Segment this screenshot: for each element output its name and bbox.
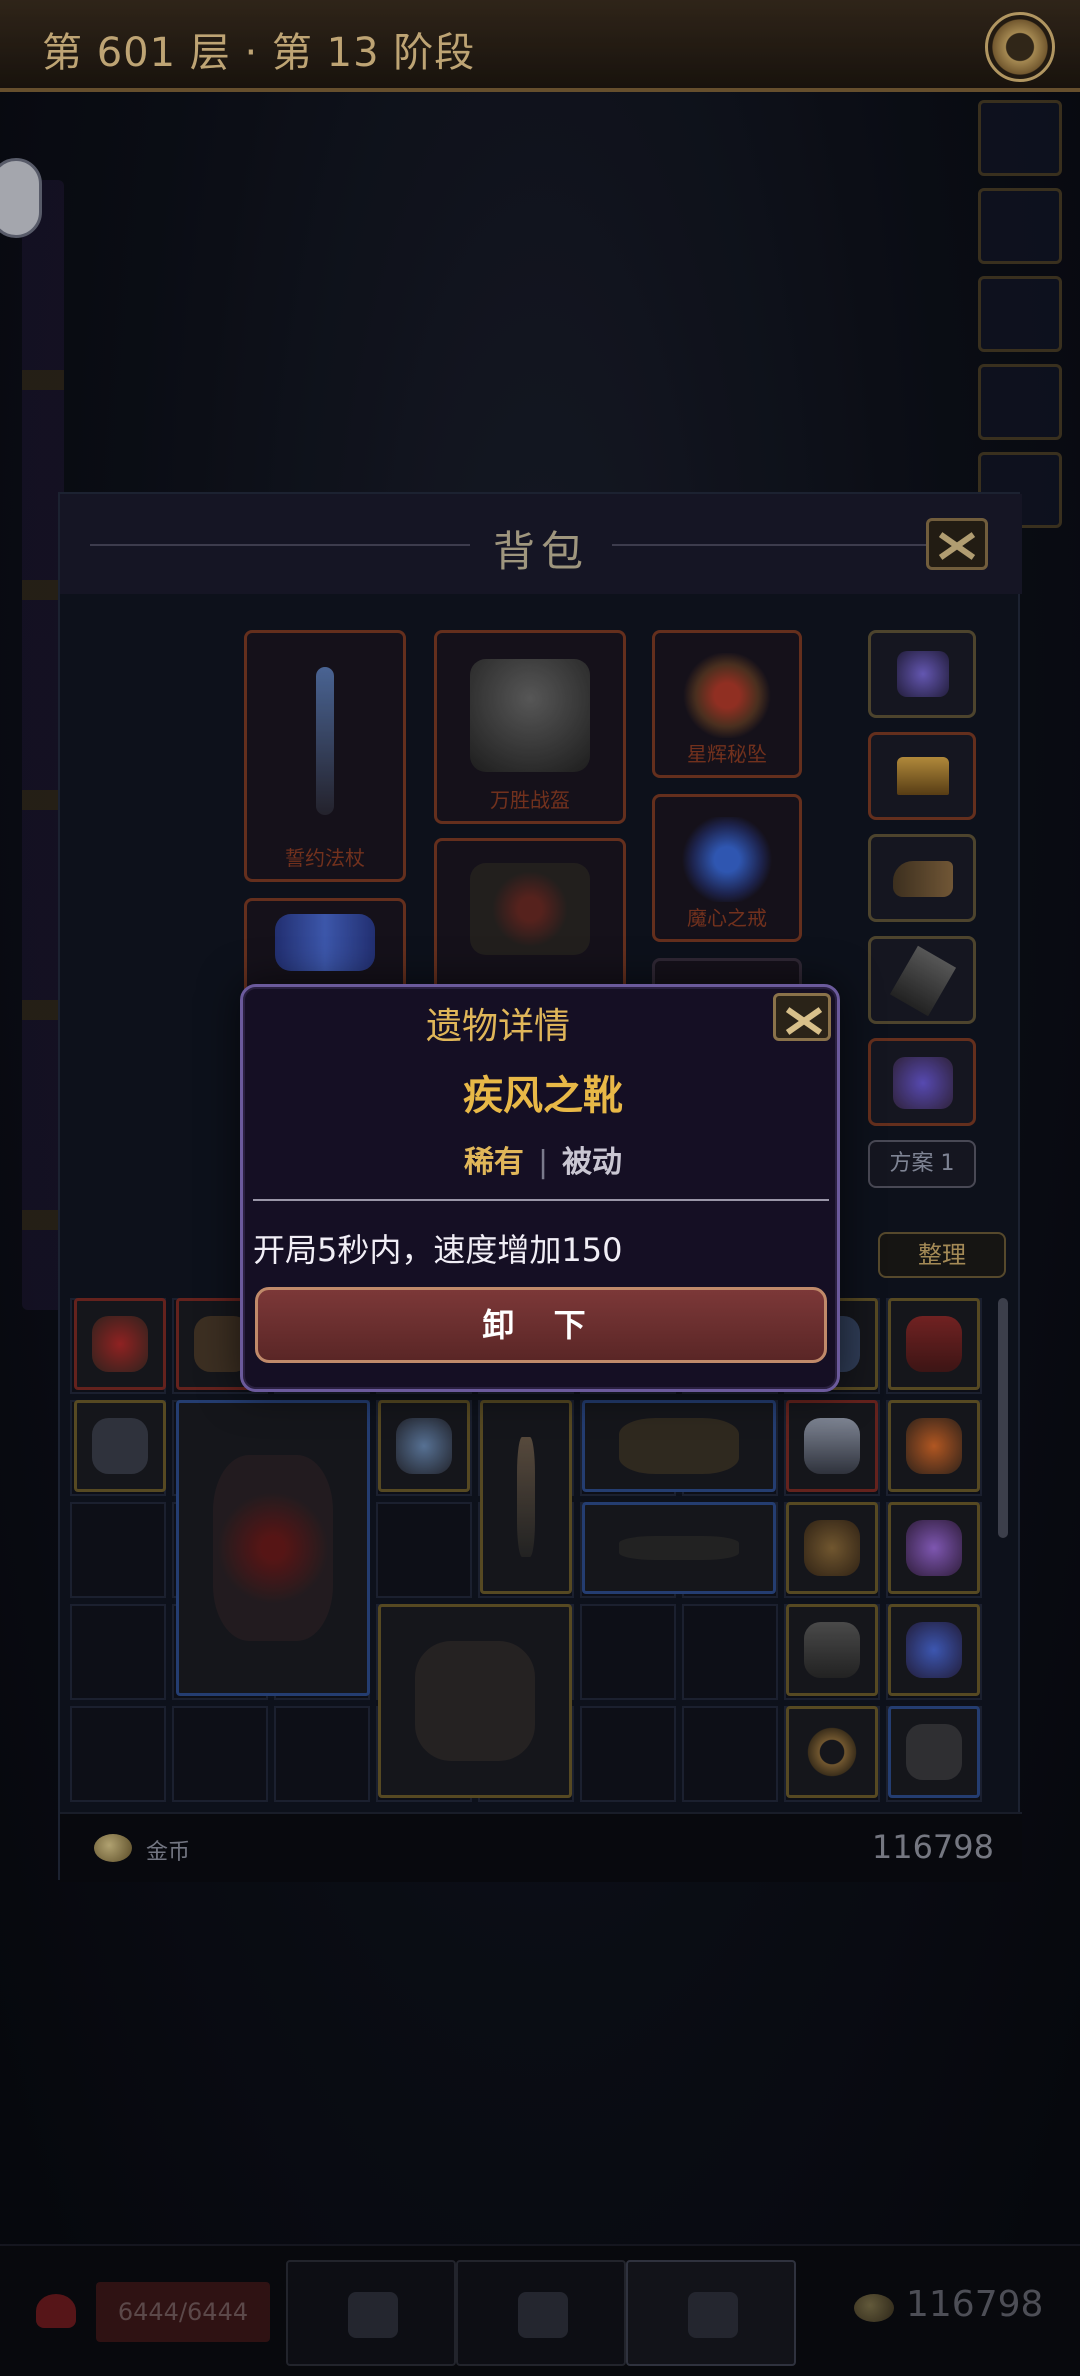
relic-name: 疾风之靴 (463, 1073, 623, 1119)
dialog-close-button[interactable] (773, 993, 831, 1041)
relic-description: 开局5秒内，速度增加150 (253, 1231, 623, 1269)
unequip-button[interactable]: 卸 下 (255, 1287, 827, 1363)
dialog-title: 遗物详情 (425, 1006, 570, 1047)
type-tag: 被动 (562, 1145, 623, 1180)
dialog-divider (253, 1199, 829, 1201)
game-screen: { "header": { "stage_title": "第 601 层 · … (0, 0, 1080, 2376)
rarity-tag: 稀有 (463, 1145, 524, 1180)
relic-tags: 稀有 | 被动 (243, 1137, 843, 1181)
tag-separator: | (537, 1145, 549, 1180)
relic-detail-dialog: 遗物详情 疾风之靴 稀有 | 被动 开局5秒内，速度增加150 卸 下 (240, 984, 840, 1392)
dialog-header: 遗物详情 (243, 987, 843, 1047)
